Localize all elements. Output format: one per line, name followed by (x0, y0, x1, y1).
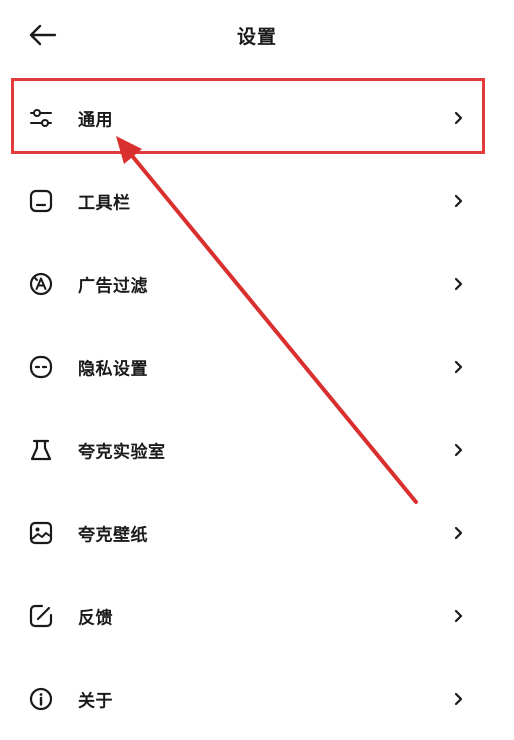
menu-item-privacy[interactable]: 隐私设置 (0, 325, 514, 408)
menu-item-label: 夸克实验室 (78, 442, 166, 462)
menu-item-wallpaper[interactable]: 夸克壁纸 (0, 491, 514, 574)
chevron-right-icon (454, 277, 463, 290)
menu-item-toolbar[interactable]: 工具栏 (0, 159, 514, 242)
menu-item-label: 夸克壁纸 (78, 525, 148, 545)
info-icon (28, 686, 54, 712)
feedback-icon (28, 603, 54, 629)
chevron-right-icon (454, 443, 463, 456)
menu-item-about[interactable]: 关于 (0, 657, 514, 740)
privacy-icon (28, 354, 54, 380)
page-title: 设置 (236, 26, 277, 48)
header: 设置 (0, 0, 514, 70)
menu-item-lab[interactable]: 夸克实验室 (0, 408, 514, 491)
menu-item-label: 隐私设置 (78, 359, 148, 379)
chevron-right-icon (454, 111, 463, 124)
menu-item-label: 通用 (78, 110, 113, 130)
menu-item-general[interactable]: 通用 (0, 76, 514, 159)
settings-menu: 通用 工具栏 广告过滤 隐私设置 夸克实验室 夸克壁纸 反馈 关于 (0, 76, 514, 740)
menu-item-label: 反馈 (78, 608, 113, 628)
menu-item-feedback[interactable]: 反馈 (0, 574, 514, 657)
menu-item-label: 工具栏 (78, 193, 131, 213)
menu-item-label: 广告过滤 (78, 276, 148, 296)
ad-filter-icon (28, 271, 54, 297)
chevron-right-icon (454, 609, 463, 622)
chevron-right-icon (454, 194, 463, 207)
chevron-right-icon (454, 692, 463, 705)
menu-item-label: 关于 (78, 691, 113, 711)
wallpaper-icon (28, 520, 54, 546)
menu-item-ad-filter[interactable]: 广告过滤 (0, 242, 514, 325)
chevron-right-icon (454, 526, 463, 539)
sliders-icon (28, 105, 54, 131)
flask-icon (28, 437, 54, 463)
toolbar-icon (28, 188, 54, 214)
chevron-right-icon (454, 360, 463, 373)
